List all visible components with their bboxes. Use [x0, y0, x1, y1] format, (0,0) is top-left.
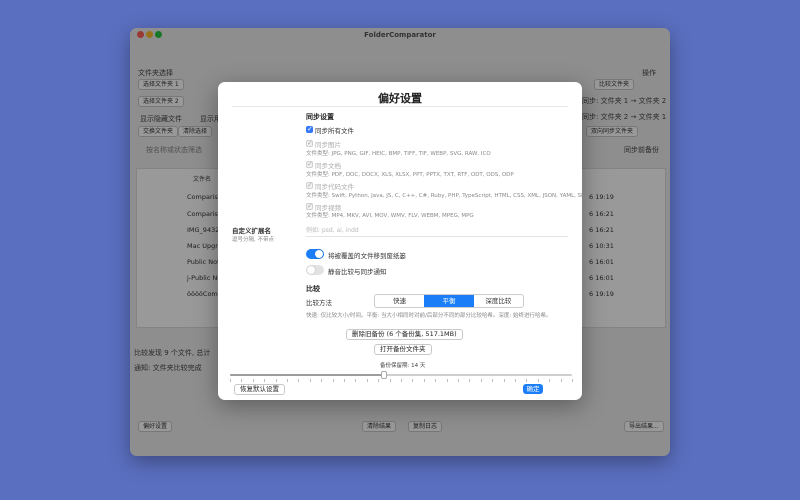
custom-ext-label: 自定义扩展名	[232, 227, 271, 235]
sync-images-label: 同步图片	[315, 141, 341, 149]
slider-tick	[332, 379, 334, 382]
slider-tick	[469, 379, 471, 382]
open-backup-folder-button[interactable]: 打开备份文件夹	[374, 344, 432, 355]
doc-types: 文件类型: PDF, DOC, DOCX, XLS, XLSX, PPT, PP…	[306, 172, 514, 178]
slider-tick	[401, 379, 402, 382]
preferences-dialog: 偏好设置 同步设置 ✓ 同步所有文件 ✓ 同步图片 文件类型: JPG, PNG…	[218, 82, 590, 400]
slider-tick	[423, 379, 425, 382]
slider-tick	[526, 379, 528, 382]
slider-tick	[241, 379, 243, 382]
sync-docs-checkbox: ✓	[306, 160, 313, 168]
toggle-knob	[315, 250, 323, 258]
checkmark-icon: ✓	[307, 139, 313, 147]
retention-slider-fill	[230, 374, 384, 376]
sync-all-label: 同步所有文件	[315, 127, 354, 135]
checkmark-icon: ✓	[307, 125, 313, 133]
video-types: 文件类型: MP4, MKV, AVI, MOV, WMV, FLV, WEBM…	[306, 213, 474, 219]
slider-tick	[515, 379, 516, 382]
slider-tick	[549, 379, 551, 382]
slider-tick	[446, 379, 448, 382]
silent-label: 静音比较与同步通知	[328, 268, 387, 276]
slider-tick	[503, 379, 505, 382]
retention-slider-knob[interactable]	[380, 371, 387, 379]
slider-tick	[492, 379, 494, 382]
sync-images-checkbox: ✓	[306, 139, 313, 147]
sync-code-checkbox: ✓	[306, 181, 313, 189]
code-types: 文件类型: Swift, Python, Java, JS, C, C++, C…	[306, 193, 590, 199]
slider-tick	[458, 379, 459, 382]
slider-tick	[389, 379, 391, 382]
toggle-knob	[307, 266, 315, 274]
slider-tick	[435, 379, 437, 382]
move-overwritten-label: 将被覆盖的文件移到废纸篓	[328, 252, 406, 260]
image-types: 文件类型: JPG, PNG, GIF, HEIC, BMP, TIFF, TI…	[306, 151, 491, 157]
slider-tick	[537, 379, 539, 382]
slider-tick	[309, 379, 311, 382]
slider-tick	[344, 379, 345, 382]
compare-method-label: 比较方法	[306, 299, 332, 307]
slider-tick	[298, 379, 300, 382]
sync-all-checkbox[interactable]: ✓	[306, 125, 313, 133]
retention-slider[interactable]	[230, 371, 573, 382]
checkmark-icon: ✓	[307, 181, 313, 189]
slider-tick	[572, 379, 573, 382]
slider-tick	[366, 379, 368, 382]
slider-tick	[287, 379, 288, 382]
slider-tick	[321, 379, 323, 382]
sync-code-label: 同步代码文件	[315, 183, 354, 191]
compare-hint: 快速: 仅比较大小/时间。平衡: 当大小相同时对前/后部分不同的部分比较哈希。深…	[306, 313, 552, 319]
ok-button[interactable]: 确定	[523, 384, 543, 394]
method-quick[interactable]: 快速	[375, 295, 424, 307]
slider-tick	[355, 379, 357, 382]
compare-method-segmented[interactable]: 快速 平衡 深度比较	[374, 294, 524, 308]
slider-tick	[264, 379, 266, 382]
silent-toggle[interactable]	[306, 265, 324, 275]
slider-tick	[560, 379, 562, 382]
move-overwritten-toggle[interactable]	[306, 249, 324, 259]
slider-tick	[480, 379, 482, 382]
sync-video-checkbox: ✓	[306, 202, 313, 210]
method-deep[interactable]: 深度比较	[474, 295, 523, 307]
retention-label: 备份保留期: 14 天	[380, 363, 426, 369]
title-divider	[232, 106, 568, 107]
delete-backups-button[interactable]: 删除旧备份 (6 个备份集, 517.1MB)	[346, 329, 463, 340]
compare-section-title: 比较	[306, 285, 320, 293]
restore-defaults-button[interactable]: 恢复默认设置	[234, 384, 285, 395]
method-balanced[interactable]: 平衡	[424, 295, 474, 307]
slider-tick	[378, 379, 380, 382]
slider-tick	[275, 379, 277, 382]
slider-tick	[412, 379, 414, 382]
checkmark-icon: ✓	[307, 202, 313, 210]
slider-tick	[230, 379, 231, 382]
custom-ext-input[interactable]: 例如: psd, ai, indd	[306, 226, 568, 237]
sync-section-title: 同步设置	[306, 113, 334, 121]
checkmark-icon: ✓	[307, 160, 313, 168]
dialog-title: 偏好设置	[378, 92, 422, 105]
custom-ext-hint: 逗号分隔, 不带点	[232, 237, 274, 243]
sync-docs-label: 同步文档	[315, 162, 341, 170]
custom-ext-placeholder: 例如: psd, ai, indd	[306, 227, 359, 234]
slider-tick	[252, 379, 254, 382]
